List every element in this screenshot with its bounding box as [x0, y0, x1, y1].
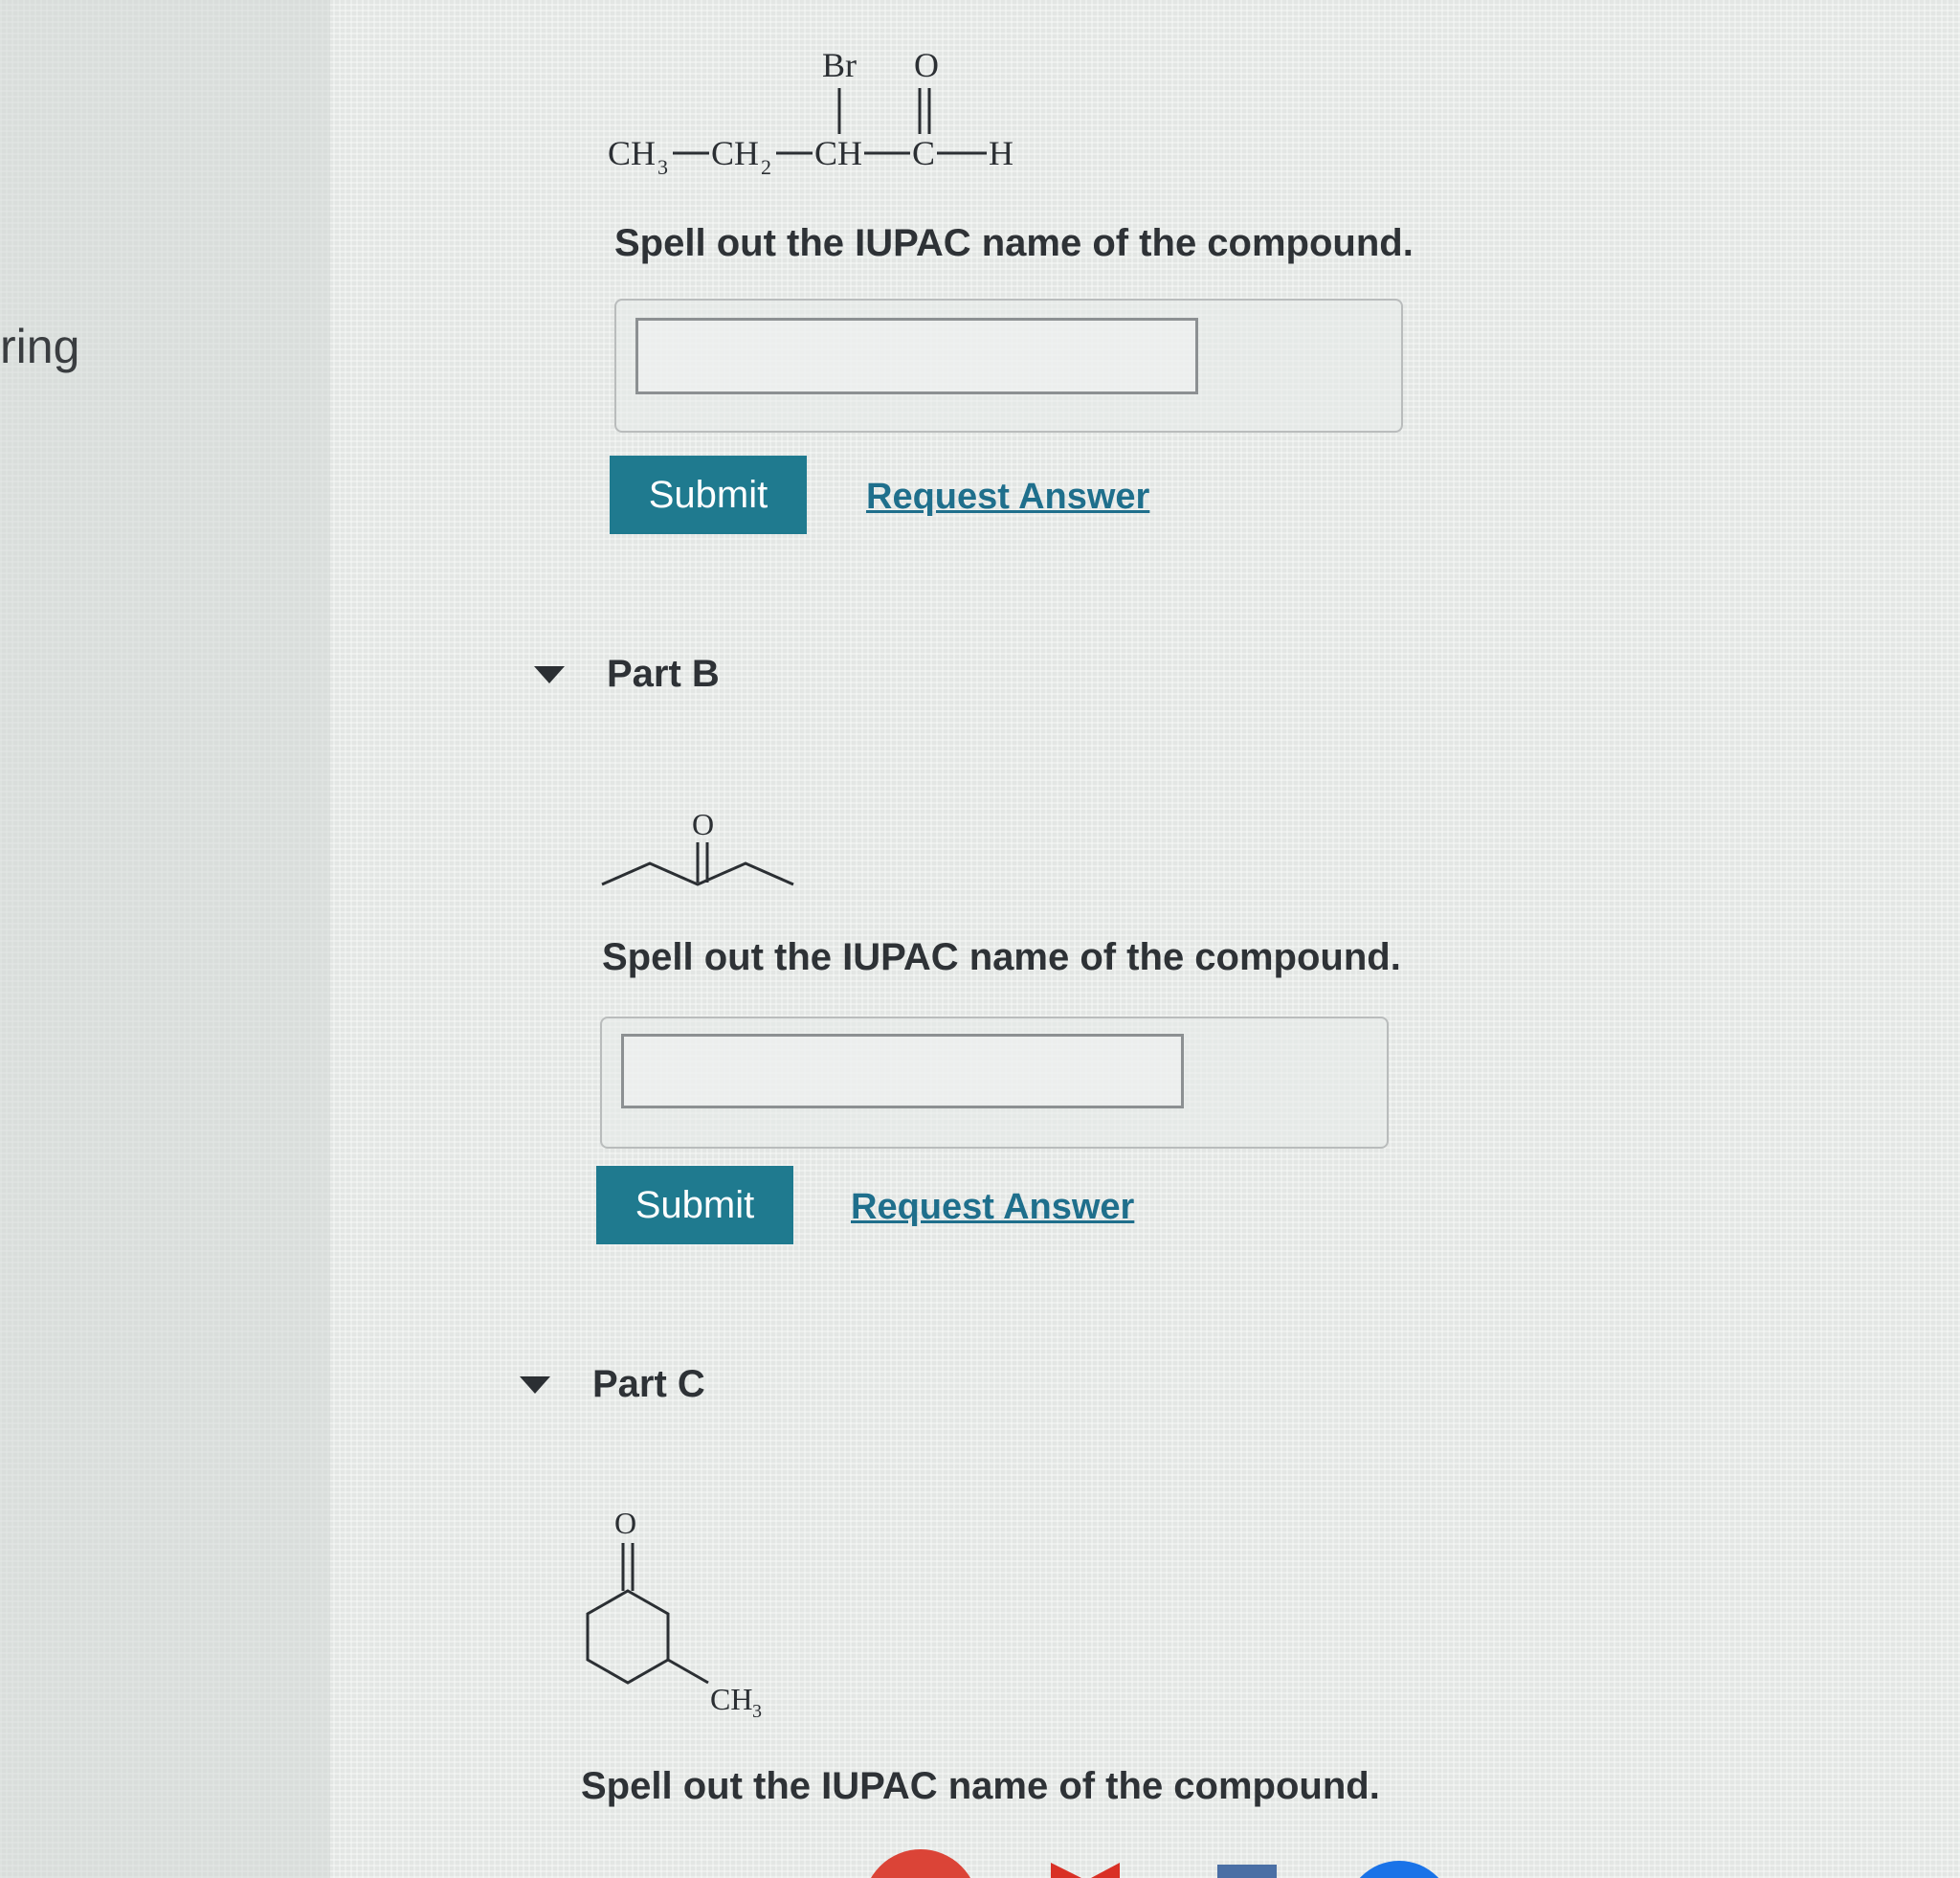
part-a-answer-input[interactable] — [635, 318, 1198, 394]
part-c-collapse-caret-icon[interactable] — [520, 1375, 550, 1394]
part-a-ch2-label: CH — [711, 134, 759, 172]
part-c-ch3-subscript: 3 — [752, 1701, 762, 1721]
part-a-c-label: C — [912, 134, 935, 172]
part-a-submit-button[interactable]: Submit — [610, 456, 807, 534]
part-b-request-answer-link[interactable]: Request Answer — [851, 1187, 1134, 1228]
part-b-header[interactable]: Part B — [534, 653, 720, 696]
left-sidebar — [0, 0, 330, 1878]
part-b-prompt: Spell out the IUPAC name of the compound… — [602, 936, 1401, 978]
part-a-request-answer-link[interactable]: Request Answer — [866, 477, 1149, 518]
part-a-structure: CH 3 CH 2 CH C H Br O — [608, 48, 1013, 179]
part-b-submit-button[interactable]: Submit — [596, 1166, 793, 1244]
part-c-o-label: O — [614, 1506, 636, 1540]
part-c-title: Part C — [592, 1363, 705, 1405]
part-a-prompt: Spell out the IUPAC name of the compound… — [614, 222, 1414, 264]
question-page: CH 3 CH 2 CH C H Br O Spell out the IUPA… — [330, 0, 1960, 1878]
part-c-header[interactable]: Part C — [520, 1363, 705, 1406]
sidebar-label: ring — [0, 320, 80, 373]
part-a-ch-label: CH — [814, 134, 862, 172]
part-a-ch3-subscript: 3 — [657, 155, 668, 179]
part-c-ch3-label: CH — [710, 1682, 752, 1716]
part-a-br-label: Br — [822, 48, 857, 84]
part-a-ch2-subscript: 2 — [761, 155, 771, 179]
part-a-ch3-label: CH — [608, 134, 656, 172]
part-b-answer-input[interactable] — [621, 1034, 1184, 1108]
part-a-o-label: O — [914, 48, 939, 84]
part-a-h-label: H — [989, 134, 1013, 172]
part-c-structure: O CH 3 — [586, 1506, 762, 1721]
part-b-structure: O — [601, 807, 794, 886]
part-b-collapse-caret-icon[interactable] — [534, 665, 565, 683]
part-b-o-label: O — [692, 807, 714, 841]
part-b-title: Part B — [607, 653, 720, 695]
part-c-prompt: Spell out the IUPAC name of the compound… — [581, 1765, 1380, 1807]
